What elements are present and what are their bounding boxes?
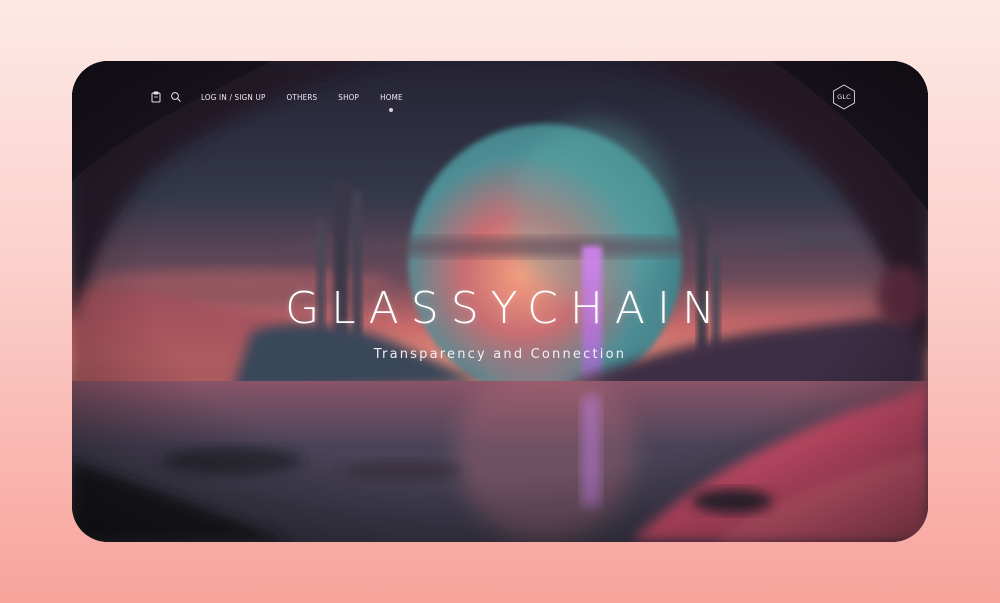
hero-title: GLASSYCHAIN [285,283,727,334]
top-navigation: LOG IN / SIGN UP OTHERS SHOP HOME [150,89,412,112]
logo-badge[interactable]: GLC [831,84,857,110]
nav-link-others[interactable]: OTHERS [287,93,318,102]
nav-link-shop[interactable]: SHOP [338,93,359,102]
hero-subtitle: Transparency and Connection [373,347,627,362]
logo-text: GLC [837,93,851,101]
nav-link-home-label: HOME [380,92,403,102]
nav-link-login[interactable]: LOG IN / SIGN UP [201,93,266,102]
hero-frame: LOG IN / SIGN UP OTHERS SHOP HOME GLC GL… [72,61,928,542]
nav-link-home[interactable]: HOME [380,92,403,112]
search-icon[interactable] [170,91,182,103]
clipboard-icon[interactable] [150,91,162,103]
